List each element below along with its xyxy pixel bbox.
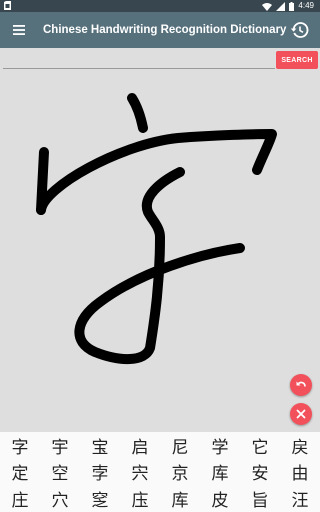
handwriting-strokes: [36, 93, 277, 365]
candidate-char[interactable]: 由: [280, 459, 320, 486]
close-icon: [296, 409, 306, 419]
candidate-char[interactable]: 孛: [80, 459, 120, 486]
sim-card-icon: [4, 1, 11, 10]
candidate-char[interactable]: 宝: [80, 432, 120, 459]
candidate-char[interactable]: 窆: [80, 485, 120, 512]
candidate-char[interactable]: 空: [40, 459, 80, 486]
candidate-char[interactable]: 庒: [120, 485, 160, 512]
candidate-char[interactable]: 汪: [280, 485, 320, 512]
app-bar: Chinese Handwriting Recognition Dictiona…: [0, 12, 320, 48]
candidate-char[interactable]: 安: [240, 459, 280, 486]
status-time: 4:49: [298, 1, 314, 10]
candidate-char[interactable]: 库: [200, 459, 240, 486]
candidate-char[interactable]: 它: [240, 432, 280, 459]
candidate-char[interactable]: 宇: [40, 432, 80, 459]
history-icon[interactable]: [290, 20, 310, 40]
candidate-char[interactable]: 戻: [280, 432, 320, 459]
candidate-char[interactable]: 启: [120, 432, 160, 459]
app-title: Chinese Handwriting Recognition Dictiona…: [43, 24, 287, 36]
undo-icon: [296, 381, 306, 387]
candidate-char[interactable]: 京: [160, 459, 200, 486]
candidate-char[interactable]: 皮: [200, 485, 240, 512]
candidate-char[interactable]: 穴: [40, 485, 80, 512]
candidate-char[interactable]: 尼: [160, 432, 200, 459]
hamburger-menu-icon[interactable]: [10, 21, 28, 39]
handwriting-canvas[interactable]: [0, 72, 320, 432]
candidate-char[interactable]: 庄: [0, 485, 40, 512]
candidate-char[interactable]: 定: [0, 459, 40, 486]
candidate-char[interactable]: 旨: [240, 485, 280, 512]
signal-icon: [276, 1, 286, 11]
undo-button[interactable]: [290, 374, 312, 396]
candidate-char[interactable]: 库: [160, 485, 200, 512]
stroke-hook: [74, 167, 245, 365]
candidate-char[interactable]: 学: [200, 432, 240, 459]
search-input[interactable]: [3, 50, 275, 69]
battery-icon: [289, 1, 295, 11]
search-row: SEARCH: [0, 48, 320, 72]
clear-button[interactable]: [290, 403, 312, 425]
status-bar: 4:49: [0, 0, 320, 12]
candidate-char[interactable]: 宍: [120, 459, 160, 486]
candidate-char[interactable]: 字: [0, 432, 40, 459]
stroke-roof: [36, 129, 277, 215]
stroke-dot: [127, 93, 148, 133]
search-button[interactable]: SEARCH: [276, 51, 318, 69]
wifi-icon: [262, 2, 273, 11]
candidate-grid: 字 宇 宝 启 尼 学 它 戻 定 空 孛 宍 京 库 安 由 庄 穴 窆 庒 …: [0, 432, 320, 512]
